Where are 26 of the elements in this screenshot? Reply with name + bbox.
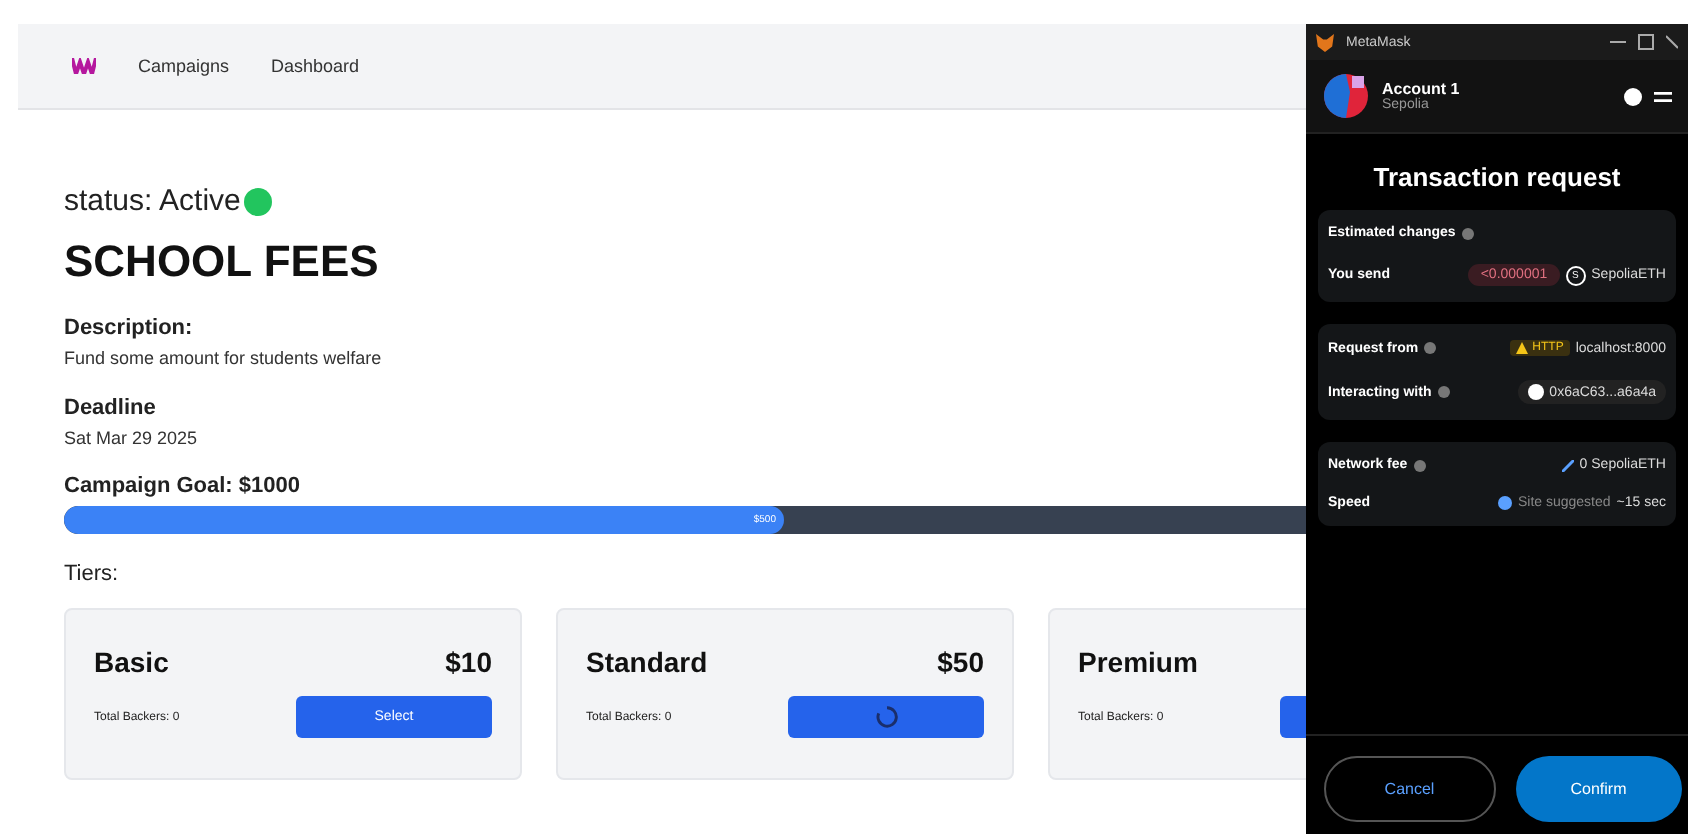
- pencil-icon[interactable]: [1561, 459, 1574, 471]
- tier-name: Premium: [1078, 646, 1198, 678]
- spinner-icon: [875, 706, 897, 728]
- tiers-label: Tiers:: [64, 562, 121, 586]
- nav-link[interactable]: Campaigns: [138, 56, 230, 76]
- tier-price: $10: [445, 646, 492, 678]
- description-text: Fund some amount for students welfare: [64, 348, 384, 368]
- cancel-button[interactable]: Cancel: [1324, 756, 1495, 822]
- nav-link[interactable]: Dashboard: [271, 56, 360, 76]
- status-label: status: Active: [64, 184, 241, 218]
- tier-name: Standard: [586, 646, 708, 678]
- tier-name: Basic: [94, 646, 169, 678]
- request-heading: Transaction request: [1371, 162, 1623, 192]
- description-label: Description:: [64, 316, 195, 340]
- warning-icon: [1516, 342, 1529, 354]
- account-avatar-icon[interactable]: [1322, 72, 1370, 120]
- logo-icon[interactable]: [72, 58, 96, 74]
- account-name[interactable]: Account 1: [1382, 80, 1460, 98]
- confirm-button[interactable]: Confirm: [1515, 756, 1682, 822]
- campaign-title: SCHOOL FEES: [64, 236, 381, 288]
- deadline-text: Sat Mar 29 2025: [64, 428, 200, 448]
- tier-price: $50: [937, 646, 984, 678]
- deadline-label: Deadline: [64, 396, 158, 420]
- fox-icon: [1316, 33, 1334, 51]
- maximize-icon[interactable]: [1638, 34, 1654, 50]
- goal-label: Campaign Goal: $1000: [64, 474, 302, 498]
